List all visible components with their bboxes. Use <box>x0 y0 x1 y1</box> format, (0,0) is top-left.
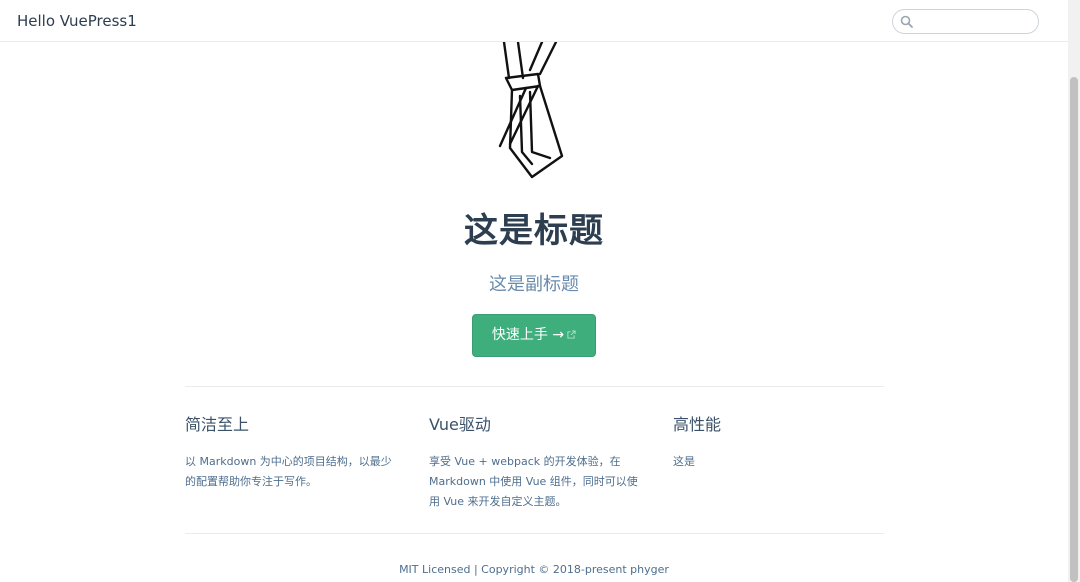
search-icon <box>900 15 913 28</box>
feature-performance: 高性能 这是 <box>673 414 883 472</box>
search-box[interactable] <box>892 9 1039 34</box>
feature-details: 这是 <box>673 455 695 468</box>
navbar: Hello VuePress1 <box>0 0 1068 42</box>
footer-text: MIT Licensed | Copyright © 2018-present … <box>399 563 669 576</box>
features-top-divider <box>185 386 884 387</box>
search-input[interactable] <box>917 12 1032 31</box>
page-scrollbar[interactable] <box>1068 0 1080 582</box>
external-link-icon <box>567 330 576 339</box>
feature-title: Vue驱动 <box>429 415 491 434</box>
get-started-button[interactable]: 快速上手 → <box>472 314 596 357</box>
hero-description: 这是副标题 <box>489 274 579 295</box>
feature-simplicity: 简洁至上 以 Markdown 为中心的项目结构，以最少的配置帮助你专注于写作。 <box>185 414 395 492</box>
get-started-label: 快速上手 → <box>491 327 565 343</box>
scrollbar-thumb[interactable] <box>1070 77 1078 582</box>
feature-vue-powered: Vue驱动 享受 Vue + webpack 的开发体验，在 Markdown … <box>429 414 639 512</box>
site-name-link[interactable]: Hello VuePress1 <box>17 12 137 30</box>
feature-title: 高性能 <box>673 415 722 434</box>
feature-details: 享受 Vue + webpack 的开发体验，在 Markdown 中使用 Vu… <box>429 455 638 508</box>
footer-divider <box>185 533 884 534</box>
feature-details: 以 Markdown 为中心的项目结构，以最少的配置帮助你专注于写作。 <box>185 455 392 488</box>
feature-title: 简洁至上 <box>185 415 250 434</box>
hero-title: 这是标题 <box>464 211 604 251</box>
hero-tie-image <box>498 40 564 179</box>
